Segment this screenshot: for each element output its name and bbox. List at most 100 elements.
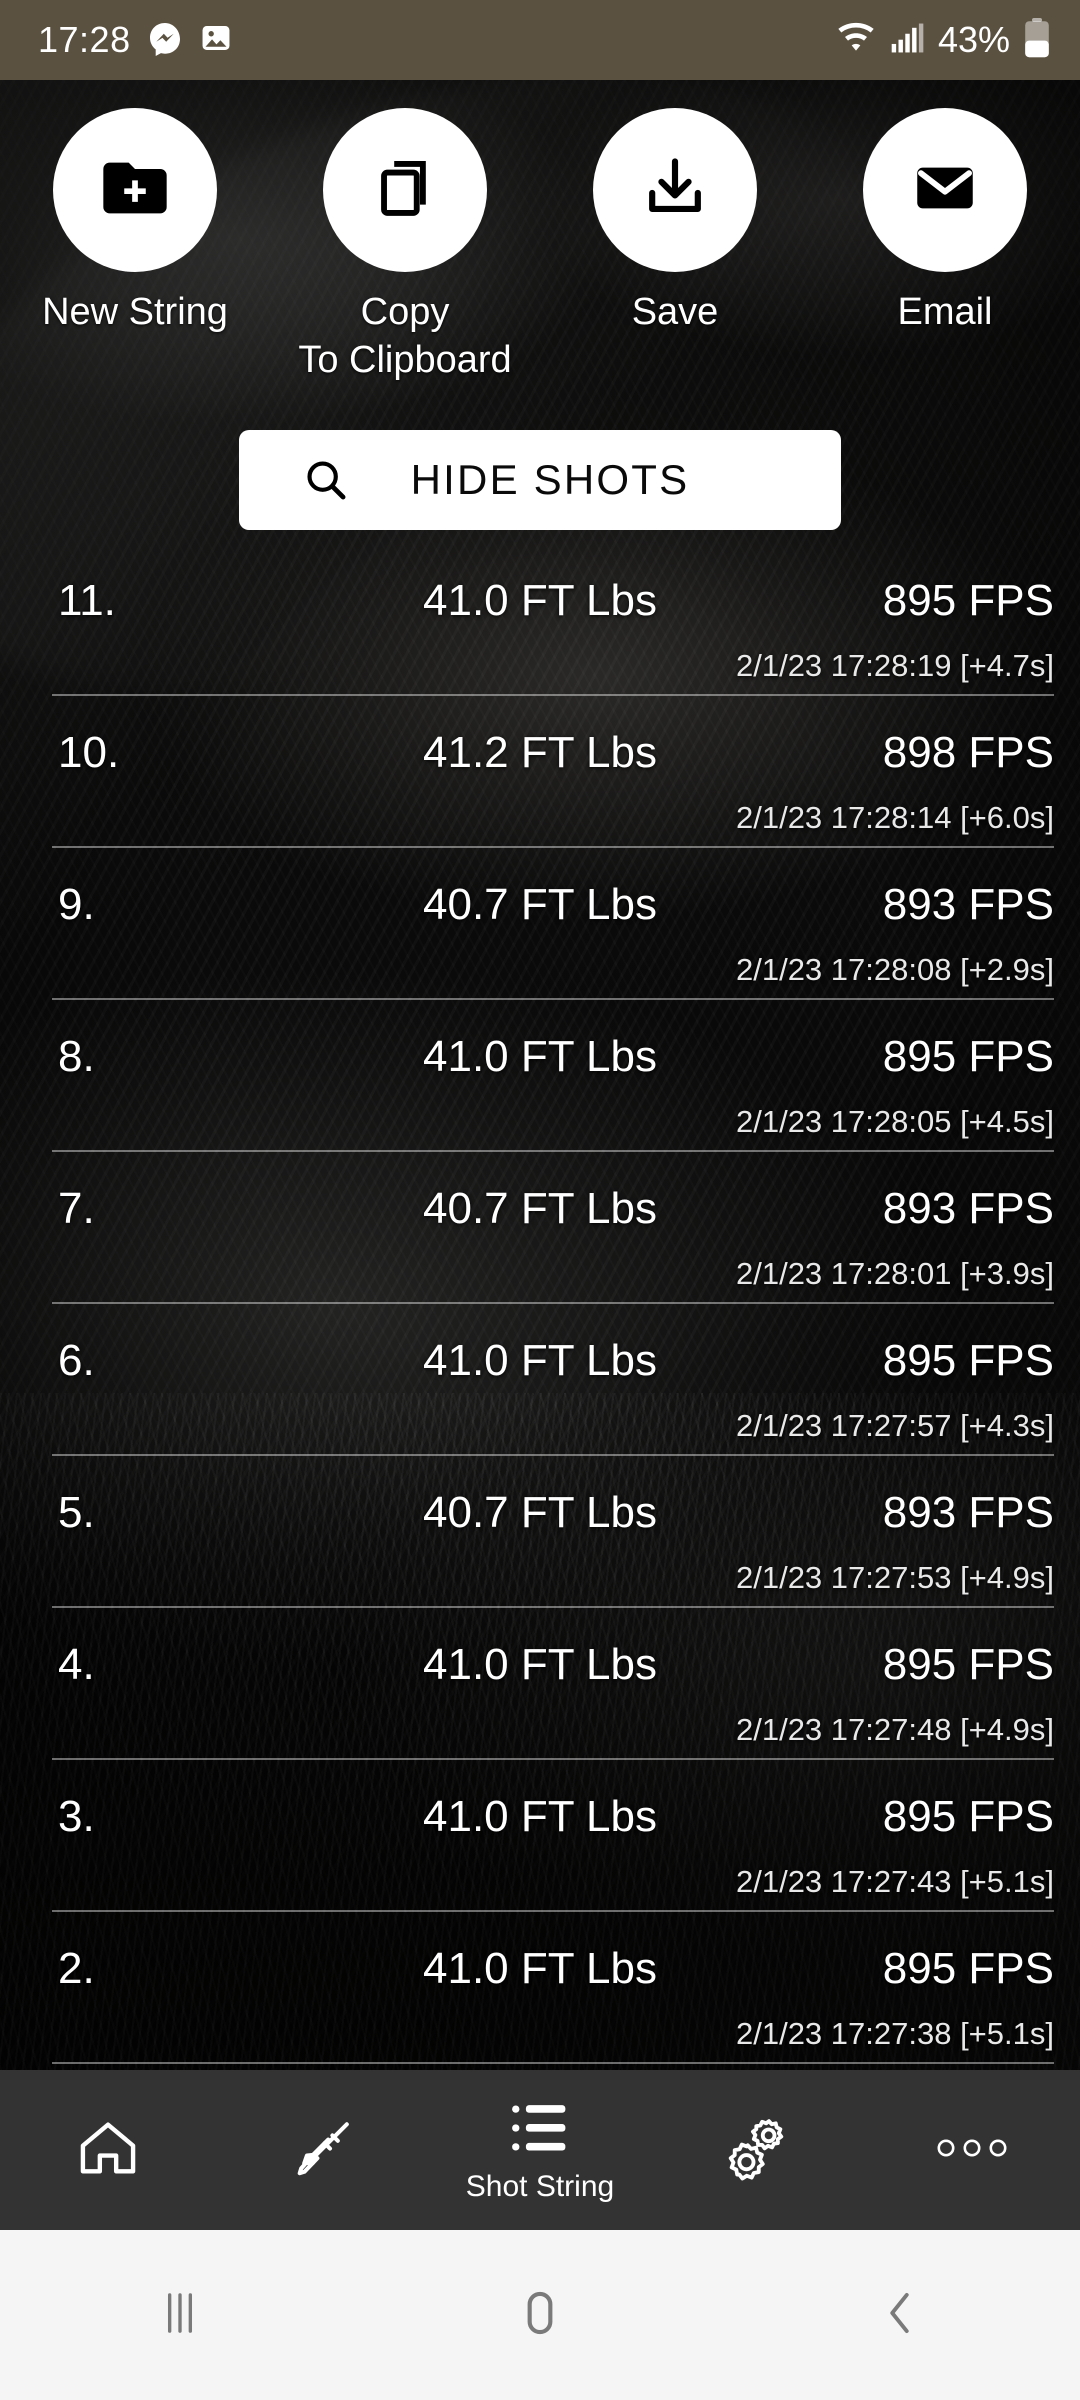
copy-to-clipboard-button-circle[interactable] [323, 108, 487, 272]
shot-row[interactable]: 10. 41.2 FT Lbs 898 FPS 2/1/23 17:28:14 [+6… [0, 720, 1080, 872]
action-button-row: New String Copy To Clipboard Save Email [0, 80, 1080, 384]
shot-string-list[interactable]: 11. 41.0 FT Lbs 895 FPS 2/1/23 17:28:19 [+4… [0, 568, 1080, 2088]
shot-row[interactable]: 6. 41.0 FT Lbs 895 FPS 2/1/23 17:27:57 [+4.… [0, 1328, 1080, 1480]
shot-timestamp: 2/1/23 17:28:01 [+3.9s] [735, 1256, 1054, 1291]
download-save-icon [638, 151, 712, 230]
shot-row-divider [52, 1302, 1054, 1304]
new-string-label: New String [42, 291, 228, 333]
shot-timestamp: 2/1/23 17:27:48 [+4.9s] [735, 1712, 1054, 1747]
shot-row[interactable]: 7. 40.7 FT Lbs 893 FPS 2/1/23 17:28:01 [+3.… [0, 1176, 1080, 1328]
home-button[interactable] [360, 2282, 720, 2349]
back-chevron-icon [869, 2282, 931, 2349]
copy-icon [368, 151, 442, 230]
new-string-button[interactable]: New String [0, 108, 270, 384]
save-button[interactable]: Save [540, 108, 810, 384]
save-label: Save [631, 291, 719, 333]
shot-timestamp: 2/1/23 17:28:05 [+4.5s] [735, 1104, 1054, 1139]
shot-row[interactable]: 11. 41.0 FT Lbs 895 FPS 2/1/23 17:28:19 [+4… [0, 568, 1080, 720]
app-bottom-nav: Shot String [0, 2070, 1080, 2230]
messenger-icon [147, 20, 183, 61]
shot-index: 5. [58, 1488, 95, 1537]
copy-to-clipboard-label: Copy To Clipboard [298, 291, 512, 381]
shot-velocity: 895 FPS [882, 1640, 1054, 1689]
shot-row-divider [52, 1454, 1054, 1456]
shot-index: 11. [58, 576, 116, 625]
shot-velocity: 898 FPS [882, 728, 1054, 777]
shot-timestamp: 2/1/23 17:28:19 [+4.7s] [735, 648, 1054, 683]
shot-row-main: 5. 40.7 FT Lbs 893 FPS [0, 1480, 1080, 1558]
shot-row-divider [52, 1150, 1054, 1152]
back-button[interactable] [720, 2282, 1080, 2349]
shot-row[interactable]: 4. 41.0 FT Lbs 895 FPS 2/1/23 17:27:48 [+4.… [0, 1632, 1080, 1784]
shot-timestamp: 2/1/23 17:27:53 [+4.9s] [735, 1560, 1054, 1595]
email-label: Email [897, 291, 993, 333]
home-icon [73, 2113, 143, 2188]
shot-row-main: 3. 41.0 FT Lbs 895 FPS [0, 1784, 1080, 1862]
rifle-icon [288, 2112, 360, 2189]
phone-screen: 17:28 43% New String Copy To Clipboard S… [0, 0, 1080, 2400]
shot-row-main: 9. 40.7 FT Lbs 893 FPS [0, 872, 1080, 950]
shot-row[interactable]: 8. 41.0 FT Lbs 895 FPS 2/1/23 17:28:05 [+4.… [0, 1024, 1080, 1176]
shot-row[interactable]: 9. 40.7 FT Lbs 893 FPS 2/1/23 17:28:08 [+2.… [0, 872, 1080, 1024]
search-magnifier-icon [301, 455, 351, 505]
shot-row-main: 2. 41.0 FT Lbs 895 FPS [0, 1936, 1080, 2014]
battery-percent-label: 43% [937, 19, 1010, 60]
home-square-icon [509, 2282, 571, 2349]
shot-row-main: 7. 40.7 FT Lbs 893 FPS [0, 1176, 1080, 1254]
shot-index: 7. [58, 1184, 95, 1233]
recents-button[interactable] [0, 2282, 360, 2349]
shot-row-divider [52, 1910, 1054, 1912]
battery-icon [1024, 17, 1050, 63]
shot-velocity: 893 FPS [882, 1184, 1054, 1233]
recents-icon [149, 2282, 211, 2349]
android-system-nav [0, 2230, 1080, 2400]
list-icon [505, 2097, 575, 2164]
shot-velocity: 895 FPS [882, 1792, 1054, 1841]
status-bar-left: 17:28 [38, 19, 233, 61]
shot-velocity: 895 FPS [882, 576, 1054, 625]
copy-to-clipboard-button[interactable]: Copy To Clipboard [270, 108, 540, 384]
shot-velocity: 895 FPS [882, 1032, 1054, 1081]
status-bar: 17:28 43% [0, 0, 1080, 80]
shot-row[interactable]: 2. 41.0 FT Lbs 895 FPS 2/1/23 17:27:38 [+5.… [0, 1936, 1080, 2088]
hide-shots-label: HIDE SHOTS [410, 456, 690, 503]
cellular-signal-icon [890, 22, 924, 59]
shot-index: 2. [58, 1944, 95, 1993]
shot-row[interactable]: 3. 41.0 FT Lbs 895 FPS 2/1/23 17:27:43 [+5.… [0, 1784, 1080, 1936]
shot-row-divider [52, 2062, 1054, 2064]
envelope-icon [908, 151, 982, 230]
new-string-button-circle[interactable] [53, 108, 217, 272]
shot-row-main: 10. 41.2 FT Lbs 898 FPS [0, 720, 1080, 798]
email-button[interactable]: Email [810, 108, 1080, 384]
nav-item-shot-string[interactable]: Shot String [432, 2070, 648, 2230]
shot-index: 8. [58, 1032, 95, 1081]
shot-row[interactable]: 5. 40.7 FT Lbs 893 FPS 2/1/23 17:27:53 [+4.… [0, 1480, 1080, 1632]
status-bar-clock: 17:28 [38, 19, 131, 60]
shot-velocity: 895 FPS [882, 1944, 1054, 1993]
folder-plus-icon [97, 150, 173, 231]
shot-row-main: 8. 41.0 FT Lbs 895 FPS [0, 1024, 1080, 1102]
main-content: New String Copy To Clipboard Save Email … [0, 80, 1080, 2070]
gallery-image-icon [199, 21, 233, 60]
nav-item-home[interactable] [0, 2070, 216, 2230]
nav-item-rifle[interactable] [216, 2070, 432, 2230]
shot-timestamp: 2/1/23 17:27:38 [+5.1s] [735, 2016, 1054, 2051]
shot-row-main: 6. 41.0 FT Lbs 895 FPS [0, 1328, 1080, 1406]
shot-row-divider [52, 846, 1054, 848]
email-button-circle[interactable] [863, 108, 1027, 272]
shot-timestamp: 2/1/23 17:27:43 [+5.1s] [735, 1864, 1054, 1899]
wifi-icon [836, 21, 876, 60]
shot-timestamp: 2/1/23 17:28:08 [+2.9s] [735, 952, 1054, 987]
save-button-circle[interactable] [593, 108, 757, 272]
shot-index: 6. [58, 1336, 95, 1385]
shot-row-divider [52, 694, 1054, 696]
shot-row-main: 4. 41.0 FT Lbs 895 FPS [0, 1632, 1080, 1710]
nav-item-shot-string-label: Shot String [465, 2169, 615, 2203]
hide-shots-button[interactable]: HIDE SHOTS [239, 430, 841, 530]
shot-row-divider [52, 1758, 1054, 1760]
more-dots-icon [936, 2133, 1008, 2168]
nav-item-more[interactable] [864, 2070, 1080, 2230]
shot-index: 4. [58, 1640, 95, 1689]
nav-item-settings[interactable] [648, 2070, 864, 2230]
shot-row-divider [52, 1606, 1054, 1608]
